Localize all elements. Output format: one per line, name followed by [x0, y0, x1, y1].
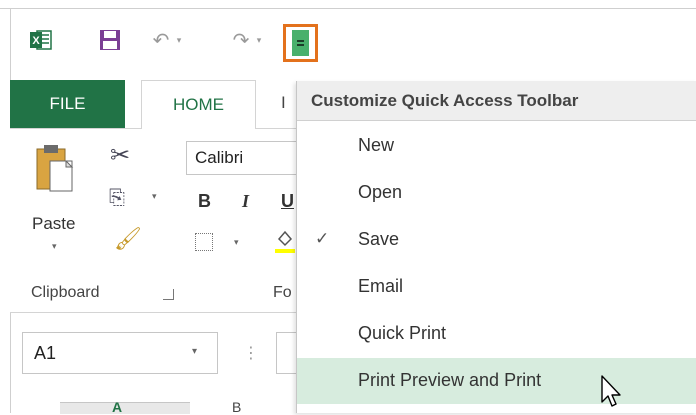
menu-item-label: Save: [358, 229, 400, 249]
save-icon[interactable]: [98, 28, 122, 52]
column-header-row: [60, 402, 190, 414]
menu-item-label: New: [358, 135, 395, 155]
menu-item-new[interactable]: New: [297, 123, 696, 169]
undo-dropdown-icon[interactable]: ▾: [174, 28, 184, 52]
clipboard-group-label: Clipboard: [31, 284, 100, 301]
menu-item-open[interactable]: Open: [297, 170, 696, 216]
cut-icon[interactable]: ✂: [110, 141, 130, 170]
menu-item-label: Print Preview and Print: [358, 370, 542, 390]
copy-icon[interactable]: ⎘: [109, 187, 125, 210]
tab-home[interactable]: HOME: [141, 80, 256, 129]
menu-item-email[interactable]: Email: [297, 264, 696, 310]
fill-color-icon[interactable]: [275, 229, 295, 253]
name-box[interactable]: A1: [22, 332, 218, 374]
window-top-border: [0, 0, 696, 9]
underline-button[interactable]: U: [281, 191, 294, 212]
quick-access-toolbar: X ↶ ▾ ↷ ▾: [10, 22, 696, 58]
menu-item-quick-print[interactable]: Quick Print: [297, 311, 696, 357]
menu-header: Customize Quick Access Toolbar: [297, 81, 696, 121]
font-group-label: Fo: [273, 284, 292, 301]
paste-button-label[interactable]: Paste: [32, 214, 75, 234]
borders-icon[interactable]: [195, 233, 213, 251]
menu-item-print-preview[interactable]: Print Preview and Print: [297, 358, 696, 404]
redo-icon[interactable]: ↷: [228, 28, 254, 52]
menu-item-label: Open: [358, 182, 403, 202]
copy-dropdown-icon[interactable]: ▾: [152, 191, 157, 202]
customize-quick-access-icon: [292, 30, 309, 56]
bold-button[interactable]: B: [198, 191, 211, 212]
redo-dropdown-icon[interactable]: ▾: [254, 28, 264, 52]
tab-file[interactable]: FILE: [10, 80, 125, 128]
excel-logo-icon: X: [29, 28, 53, 52]
italic-button[interactable]: I: [242, 191, 249, 212]
mouse-pointer-icon: [600, 374, 624, 415]
menu-item-save[interactable]: ✓ Save: [297, 217, 696, 263]
checkmark-icon: ✓: [315, 229, 330, 248]
font-name-field[interactable]: Calibri: [186, 141, 306, 175]
format-painter-icon[interactable]: 🖌: [114, 226, 142, 252]
paste-dropdown-icon[interactable]: ▾: [52, 241, 57, 252]
paste-icon[interactable]: [36, 143, 76, 195]
clipboard-launcher-icon[interactable]: [163, 289, 174, 300]
svg-text:X: X: [32, 35, 40, 47]
undo-icon[interactable]: ↶: [148, 28, 174, 52]
formula-bar-grip-icon: ⋮: [243, 345, 259, 362]
tab-insert[interactable]: I: [281, 93, 286, 113]
borders-dropdown-icon[interactable]: ▾: [234, 237, 239, 248]
menu-item-label: Email: [358, 276, 404, 296]
customize-quick-access-menu: Customize Quick Access Toolbar New Open …: [296, 81, 696, 413]
customize-quick-access-button[interactable]: [283, 24, 318, 62]
menu-item-label: Quick Print: [358, 323, 447, 343]
name-box-dropdown-icon[interactable]: ▾: [192, 346, 197, 357]
